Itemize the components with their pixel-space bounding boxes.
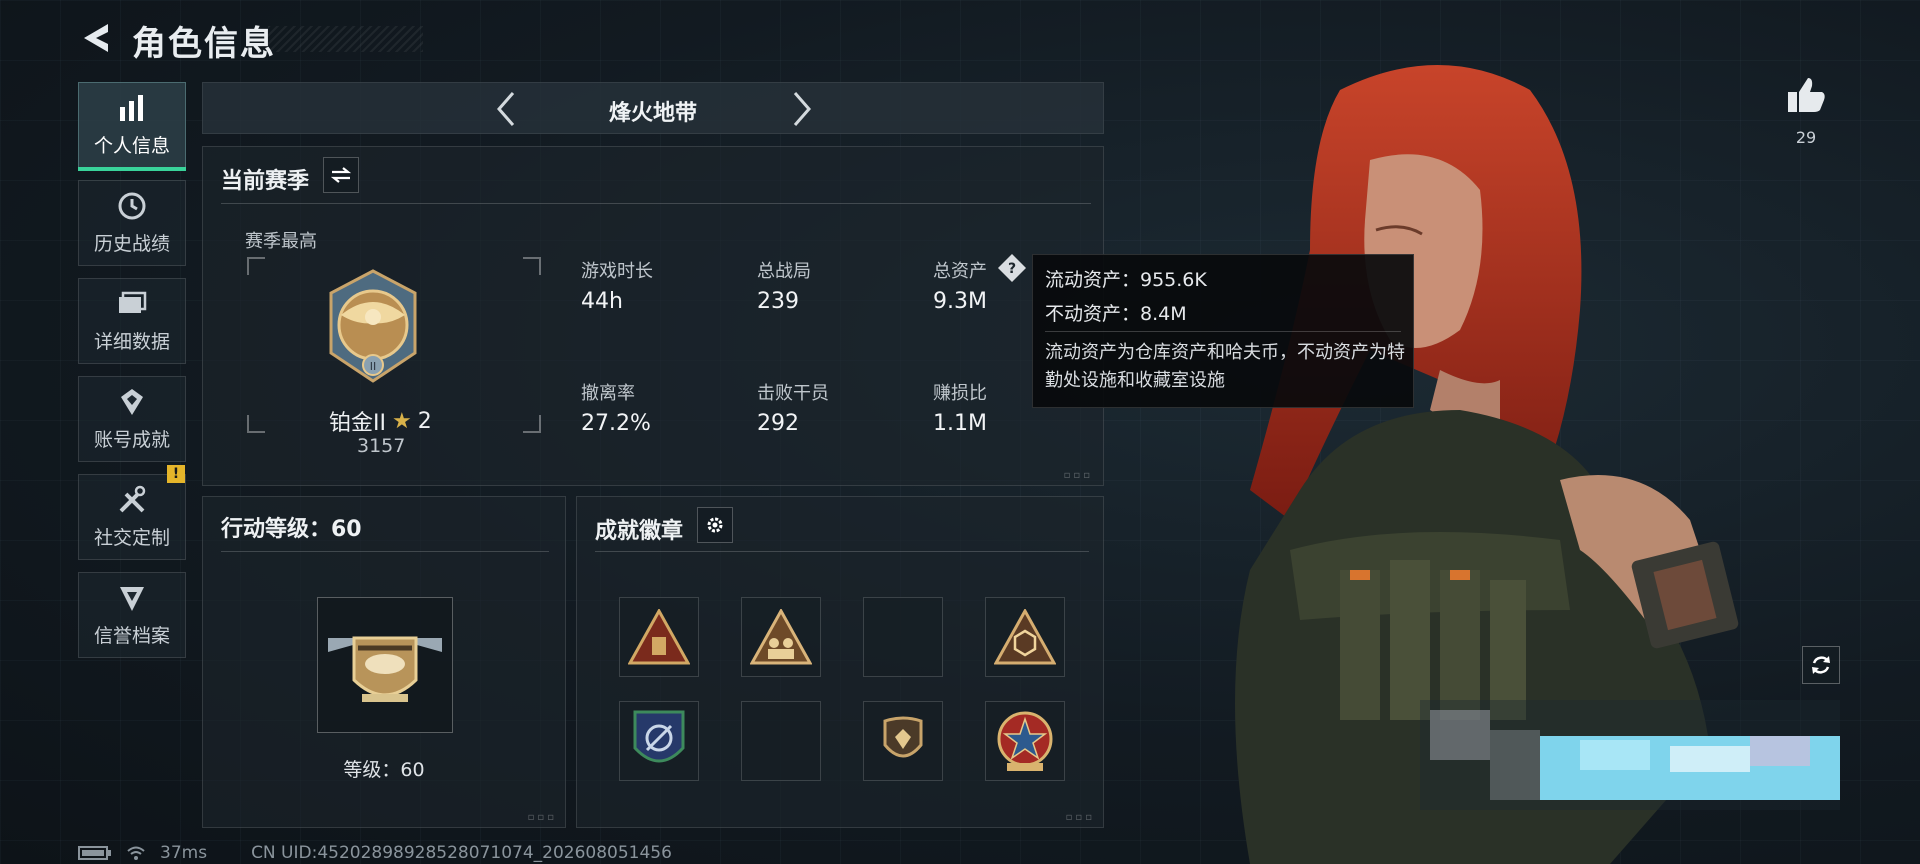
sidebar-item-label: 个人信息 (93, 134, 170, 157)
svg-text:II: II (370, 360, 377, 373)
rank-name: 铂金II (329, 411, 386, 436)
level-text: 等级：60 (343, 759, 425, 781)
thumbs-up-icon[interactable] (1784, 74, 1828, 118)
sidebar-item-reputation[interactable]: 信誉档案 (78, 572, 186, 658)
blurred-mosaic-image (1420, 700, 1840, 810)
help-icon[interactable]: ? (997, 253, 1027, 283)
badges-panel-title: 成就徽章 (595, 519, 684, 544)
gear-icon (707, 517, 723, 533)
panel-divider (221, 203, 1091, 204)
triangle-soldiers-badge-icon (750, 609, 812, 665)
stat-label-profit-loss: 赚损比 (933, 383, 987, 404)
stat-value-total-assets: 9.3M (933, 289, 987, 314)
season-panel-title: 当前赛季 (221, 169, 310, 194)
corner-decoration: ▫▫▫ (527, 812, 557, 823)
badges-panel: 成就徽章 ▫▫▫ (576, 496, 1104, 828)
reputation-icon (120, 586, 144, 611)
frame-corner (247, 415, 265, 433)
badge-slot-3-empty[interactable] (863, 597, 943, 677)
achievement-icon (121, 388, 143, 415)
tooltip-divider (1045, 331, 1401, 332)
swap-arrows-icon (330, 167, 352, 183)
frame-corner (523, 415, 541, 433)
badge-slot-7[interactable] (863, 701, 943, 781)
sidebar-item-personal-info[interactable]: 个人信息 (78, 82, 186, 171)
season-panel: 当前赛季 赛季最高 II 铂金II ★ 2 3157 游戏时长 44h 总战局 … (202, 146, 1104, 486)
corner-decoration: ▫▫▫ (1063, 470, 1093, 481)
stat-label-operators-defeated: 击败干员 (757, 383, 829, 404)
badge-slot-5[interactable] (619, 701, 699, 781)
bar-chart-icon (120, 94, 143, 121)
stat-label-total-assets: 总资产 (933, 261, 987, 282)
badge-slot-4[interactable] (985, 597, 1065, 677)
badge-settings-button[interactable] (697, 507, 733, 543)
panel-divider (595, 551, 1089, 552)
switch-season-button[interactable] (323, 157, 359, 193)
stat-label-extract-rate: 撤离率 (581, 383, 635, 404)
sidebar-item-achievements[interactable]: 账号成就 (78, 376, 186, 462)
wifi-icon (127, 846, 145, 860)
tooltip-liquid-assets: 流动资产：955.6K (1045, 269, 1207, 291)
season-best-label: 赛季最高 (245, 231, 317, 252)
stat-value-profit-loss: 1.1M (933, 411, 987, 436)
rotate-model-button[interactable] (1802, 646, 1840, 684)
rotate-icon (1812, 656, 1830, 674)
badge-slot-1[interactable] (619, 597, 699, 677)
sidebar-item-label: 详细数据 (93, 330, 170, 353)
warning-badge: ! (167, 465, 185, 483)
stat-label-total-matches: 总战局 (757, 261, 811, 282)
rank-stars: 2 (417, 408, 432, 434)
sidebar-item-social-custom[interactable]: 社交定制 ! (78, 465, 186, 560)
level-panel-title: 行动等级：60 (221, 517, 362, 542)
tooltip-fixed-assets: 不动资产：8.4M (1045, 303, 1187, 325)
mode-selector: 烽火地带 (202, 82, 1104, 134)
player-uid: CN UID:452028989285280710​74_20260805145… (251, 843, 672, 863)
shield-blue-badge-icon (633, 710, 685, 763)
folder-icon (119, 291, 147, 313)
back-arrow-icon[interactable] (78, 20, 112, 56)
sidebar-item-label: 信誉档案 (93, 624, 170, 647)
tooltip-description: 流动资产为仓库资产和哈夫币，不动资产为特勤处设施和收藏室设施 (1045, 342, 1405, 391)
badge-slot-6-empty[interactable] (741, 701, 821, 781)
shield-bronze-badge-icon (883, 716, 923, 758)
sidebar-item-detailed-data[interactable]: 详细数据 (78, 278, 186, 364)
asset-tooltip: 流动资产：955.6K 不动资产：8.4M 流动资产为仓库资产和哈夫币，不动资产… (1032, 254, 1414, 408)
panel-divider (221, 551, 549, 552)
clock-history-icon (118, 192, 146, 219)
sidebar-item-label: 历史战绩 (93, 232, 170, 255)
title-decoration (268, 26, 423, 52)
frame-corner (247, 257, 265, 275)
sidebar-item-label: 社交定制 (93, 526, 170, 549)
level-emblem-frame (317, 597, 453, 733)
stat-label-playtime: 游戏时长 (581, 261, 653, 282)
page-title: 角色信息 (132, 24, 276, 64)
tools-icon (119, 485, 146, 512)
ping-value: 37ms (160, 843, 208, 863)
triangle-crate-badge-icon (628, 609, 690, 665)
triangle-hex-badge-icon (994, 609, 1056, 665)
next-mode-arrow-icon[interactable] (781, 89, 821, 129)
battery-icon (78, 846, 111, 860)
corner-decoration: ▫▫▫ (1065, 812, 1095, 823)
stat-value-playtime: 44h (581, 289, 623, 314)
frame-corner (523, 257, 541, 275)
rank-emblem-icon: II (329, 269, 417, 383)
rank-line: 铂金II ★ 2 (329, 405, 432, 437)
sidebar-item-history[interactable]: 历史战绩 (78, 180, 186, 266)
badge-slot-2[interactable] (741, 597, 821, 677)
status-footer: 37ms CN UID:452028989285280710​74_202608… (78, 843, 672, 863)
sidebar-item-label: 账号成就 (93, 428, 170, 451)
star-icon: ★ (391, 408, 412, 434)
stat-value-total-matches: 239 (757, 289, 799, 314)
aviation-emblem-icon (328, 636, 442, 702)
badge-slot-8[interactable] (985, 701, 1065, 781)
svg-text:?: ? (1008, 261, 1016, 277)
stat-value-operators-defeated: 292 (757, 411, 799, 436)
star-medal-badge-icon (997, 711, 1053, 771)
like-count: 29 (1795, 128, 1817, 147)
level-panel: 行动等级：60 等级：60 ▫▫▫ (202, 496, 566, 828)
mode-name: 烽火地带 (608, 101, 697, 126)
rank-score: 3157 (357, 435, 406, 457)
stat-value-extract-rate: 27.2% (581, 411, 651, 436)
